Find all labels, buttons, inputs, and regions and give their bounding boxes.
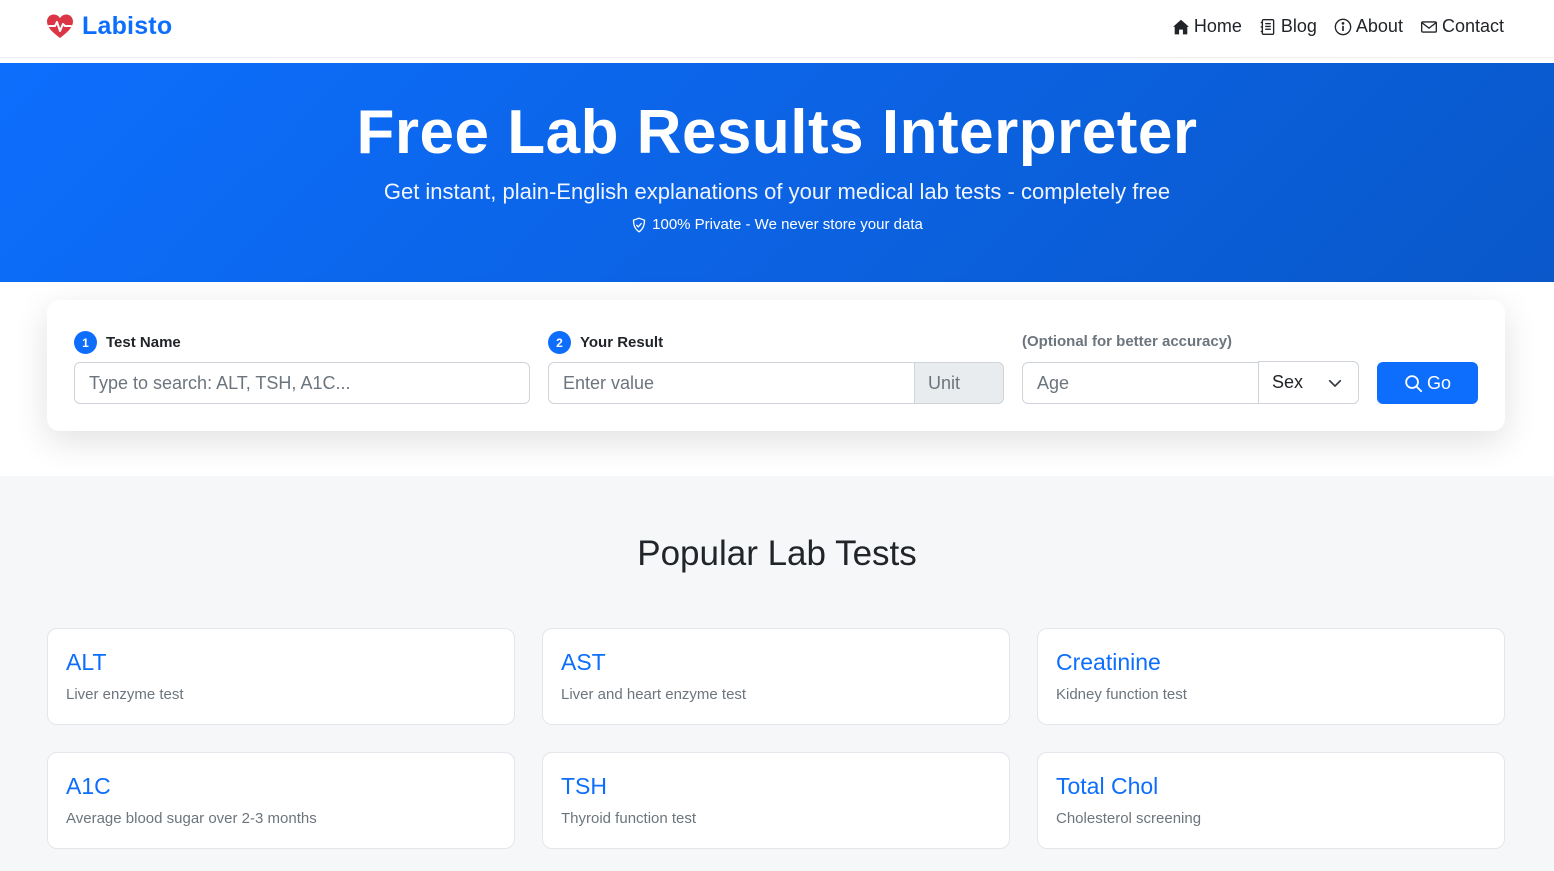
navbar: Labisto Home Blog About Contact [0, 0, 1554, 58]
envelope-icon [1420, 18, 1438, 36]
chevron-down-icon [1328, 376, 1342, 390]
test-card-name: Creatinine [1056, 649, 1161, 675]
test-card-desc: Thyroid function test [561, 810, 697, 827]
nav-about[interactable]: About [1334, 16, 1403, 37]
test-card-name: Total Chol [1056, 773, 1159, 799]
test-card-name: TSH [561, 773, 607, 799]
brand-logo[interactable]: Labisto [46, 12, 172, 41]
step-1-badge: 1 [74, 331, 97, 354]
house-icon [1172, 18, 1190, 36]
hero-banner: Free Lab Results Interpreter Get instant… [0, 63, 1554, 282]
go-button-label: Go [1426, 372, 1451, 393]
step-2-badge: 2 [548, 331, 571, 354]
nav-home[interactable]: Home [1172, 16, 1242, 37]
test-card-a1c[interactable]: A1C Average blood sugar over 2-3 months [47, 752, 515, 849]
test-card-total-chol[interactable]: Total Chol Cholesterol screening [1037, 752, 1505, 849]
nav-blog[interactable]: Blog [1259, 16, 1317, 37]
your-result-label: Your Result [580, 334, 664, 351]
search-icon [1404, 374, 1423, 393]
sex-select[interactable]: Sex [1258, 361, 1359, 404]
brand-name: Labisto [82, 12, 173, 40]
nav-contact-label: Contact [1441, 16, 1504, 36]
unit-field[interactable]: Unit [914, 362, 1004, 404]
heart-pulse-icon [46, 13, 74, 41]
test-card-name: ALT [66, 649, 107, 675]
test-card-desc: Average blood sugar over 2-3 months [66, 810, 317, 827]
hero-subtitle: Get instant, plain-English explanations … [383, 179, 1171, 204]
test-card-tsh[interactable]: TSH Thyroid function test [542, 752, 1010, 849]
test-card-desc: Liver and heart enzyme test [561, 686, 747, 703]
nav-contact[interactable]: Contact [1420, 16, 1504, 37]
search-card: 1 Test Name Type to search: ALT, TSH, A1… [47, 300, 1505, 431]
test-card-creatinine[interactable]: Creatinine Kidney function test [1037, 628, 1505, 725]
popular-section: Popular Lab Tests ALT Liver enzyme test … [0, 476, 1554, 871]
sex-select-value: Sex [1272, 372, 1304, 392]
age-input[interactable]: Age [1022, 362, 1260, 404]
result-value-input[interactable]: Enter value [548, 362, 916, 404]
privacy-note: 100% Private - We never store your data [0, 216, 1554, 233]
popular-title: Popular Lab Tests [637, 534, 917, 573]
test-card-ast[interactable]: AST Liver and heart enzyme test [542, 628, 1010, 725]
nav-about-label: About [1355, 16, 1403, 36]
privacy-text: 100% Private - We never store your data [652, 216, 923, 233]
test-card-name: A1C [66, 773, 111, 799]
journal-icon [1259, 18, 1277, 36]
test-card-desc: Kidney function test [1056, 686, 1187, 703]
info-circle-icon [1334, 18, 1352, 36]
test-card-desc: Liver enzyme test [66, 686, 184, 703]
test-card-alt[interactable]: ALT Liver enzyme test [47, 628, 515, 725]
hero-title: Free Lab Results Interpreter [356, 98, 1198, 167]
test-card-name: AST [561, 649, 606, 675]
optional-label: (Optional for better accuracy) [1022, 333, 1233, 350]
step-2-label: 2 Your Result [548, 331, 663, 354]
go-button[interactable]: Go [1377, 362, 1478, 404]
nav-blog-label: Blog [1280, 16, 1317, 36]
shield-check-icon [631, 217, 647, 233]
test-name-label: Test Name [106, 334, 181, 351]
nav-home-label: Home [1193, 16, 1242, 36]
step-1-label: 1 Test Name [74, 331, 181, 354]
test-name-input[interactable]: Type to search: ALT, TSH, A1C... [74, 362, 530, 404]
main-nav: Home Blog About Contact [1172, 16, 1504, 37]
test-card-desc: Cholesterol screening [1056, 810, 1202, 827]
